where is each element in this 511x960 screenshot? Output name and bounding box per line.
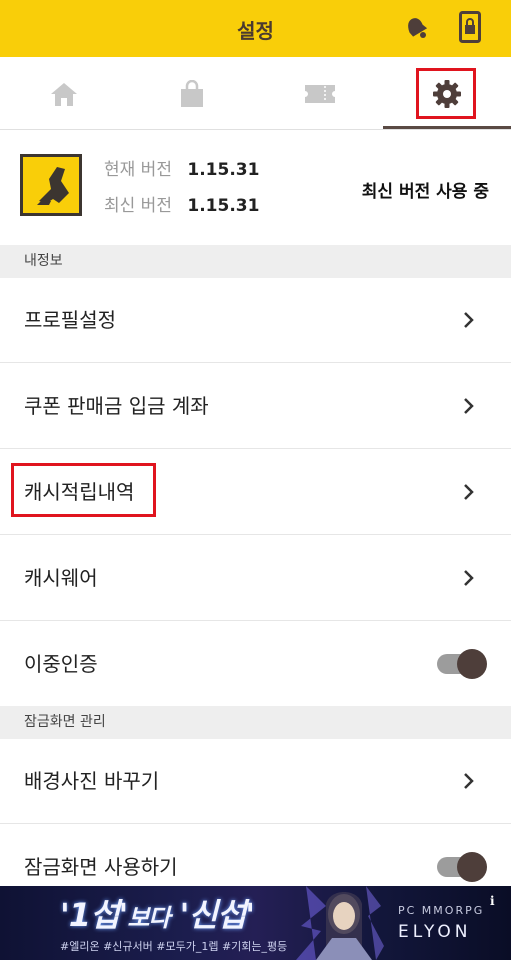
ad-headline-part: '신섭'	[179, 896, 255, 934]
two-factor-toggle[interactable]	[437, 649, 487, 679]
menu-item-label: 이중인증	[24, 652, 98, 676]
menu-item-profile-settings[interactable]: 프로필설정	[0, 278, 511, 363]
ad-headline: '1섭'보다 '신섭'	[60, 890, 255, 936]
ad-hashtags: #엘리온 #신규서버 #모두가_1렙 #기회는_평등	[60, 940, 288, 953]
menu-item-label: 배경사진 바꾸기	[24, 769, 160, 793]
ad-brand-logo: ELYON	[398, 922, 472, 942]
current-version-value: 1.15.31	[187, 160, 260, 180]
ad-subtitle: PC MMORPG	[398, 904, 485, 917]
section-header-my-info: 내정보	[0, 245, 511, 278]
current-version-label: 현재 버전	[104, 160, 172, 180]
tab-coupon[interactable]	[256, 57, 384, 130]
ad-headline-part: 보다	[127, 904, 170, 932]
settings-tab-highlight	[416, 68, 476, 119]
tab-home[interactable]	[0, 57, 128, 130]
app-logo	[20, 154, 82, 216]
toggle-knob	[457, 852, 487, 882]
home-icon	[51, 82, 77, 106]
phone-lock-icon[interactable]	[459, 11, 481, 47]
app-header: 설정	[0, 0, 511, 57]
ticket-icon	[305, 84, 335, 103]
latest-version-label: 최신 버전	[104, 196, 172, 216]
ad-headline-part: '1섭'	[60, 896, 128, 934]
chevron-right-icon	[464, 773, 474, 789]
shoe-icon	[37, 167, 69, 205]
menu-item-label: 캐시웨어	[24, 566, 98, 590]
ad-info-icon[interactable]: i	[490, 894, 495, 908]
latest-version-value: 1.15.31	[187, 196, 260, 216]
tab-selected-indicator	[383, 126, 511, 129]
latest-version-row: 최신 버전 1.15.31	[104, 191, 259, 216]
lock-screen-toggle[interactable]	[437, 852, 487, 882]
ad-banner[interactable]: '1섭'보다 '신섭' #엘리온 #신규서버 #모두가_1렙 #기회는_평등 P…	[0, 886, 511, 960]
chevron-right-icon	[464, 484, 474, 500]
page-title: 설정	[237, 19, 274, 43]
tab-shop[interactable]	[128, 57, 256, 130]
chevron-right-icon	[464, 570, 474, 586]
current-version-row: 현재 버전 1.15.31	[104, 155, 259, 180]
menu-item-payout-account[interactable]: 쿠폰 판매금 입금 계좌	[0, 364, 511, 449]
toggle-knob	[457, 649, 487, 679]
menu-item-two-factor: 이중인증	[0, 622, 511, 707]
chevron-right-icon	[464, 398, 474, 414]
menu-item-label: 프로필설정	[24, 308, 116, 332]
ad-character-image	[296, 886, 384, 960]
version-status: 최신 버전 사용 중	[361, 182, 489, 202]
bell-icon[interactable]	[404, 14, 428, 44]
chevron-right-icon	[464, 312, 474, 328]
menu-item-label: 쿠폰 판매금 입금 계좌	[24, 394, 209, 418]
shopping-bag-icon	[181, 79, 203, 107]
section-header-lock-screen: 잠금화면 관리	[0, 706, 511, 739]
menu-item-change-wallpaper[interactable]: 배경사진 바꾸기	[0, 739, 511, 824]
cash-history-highlight	[11, 463, 156, 517]
menu-item-cashware[interactable]: 캐시웨어	[0, 536, 511, 621]
